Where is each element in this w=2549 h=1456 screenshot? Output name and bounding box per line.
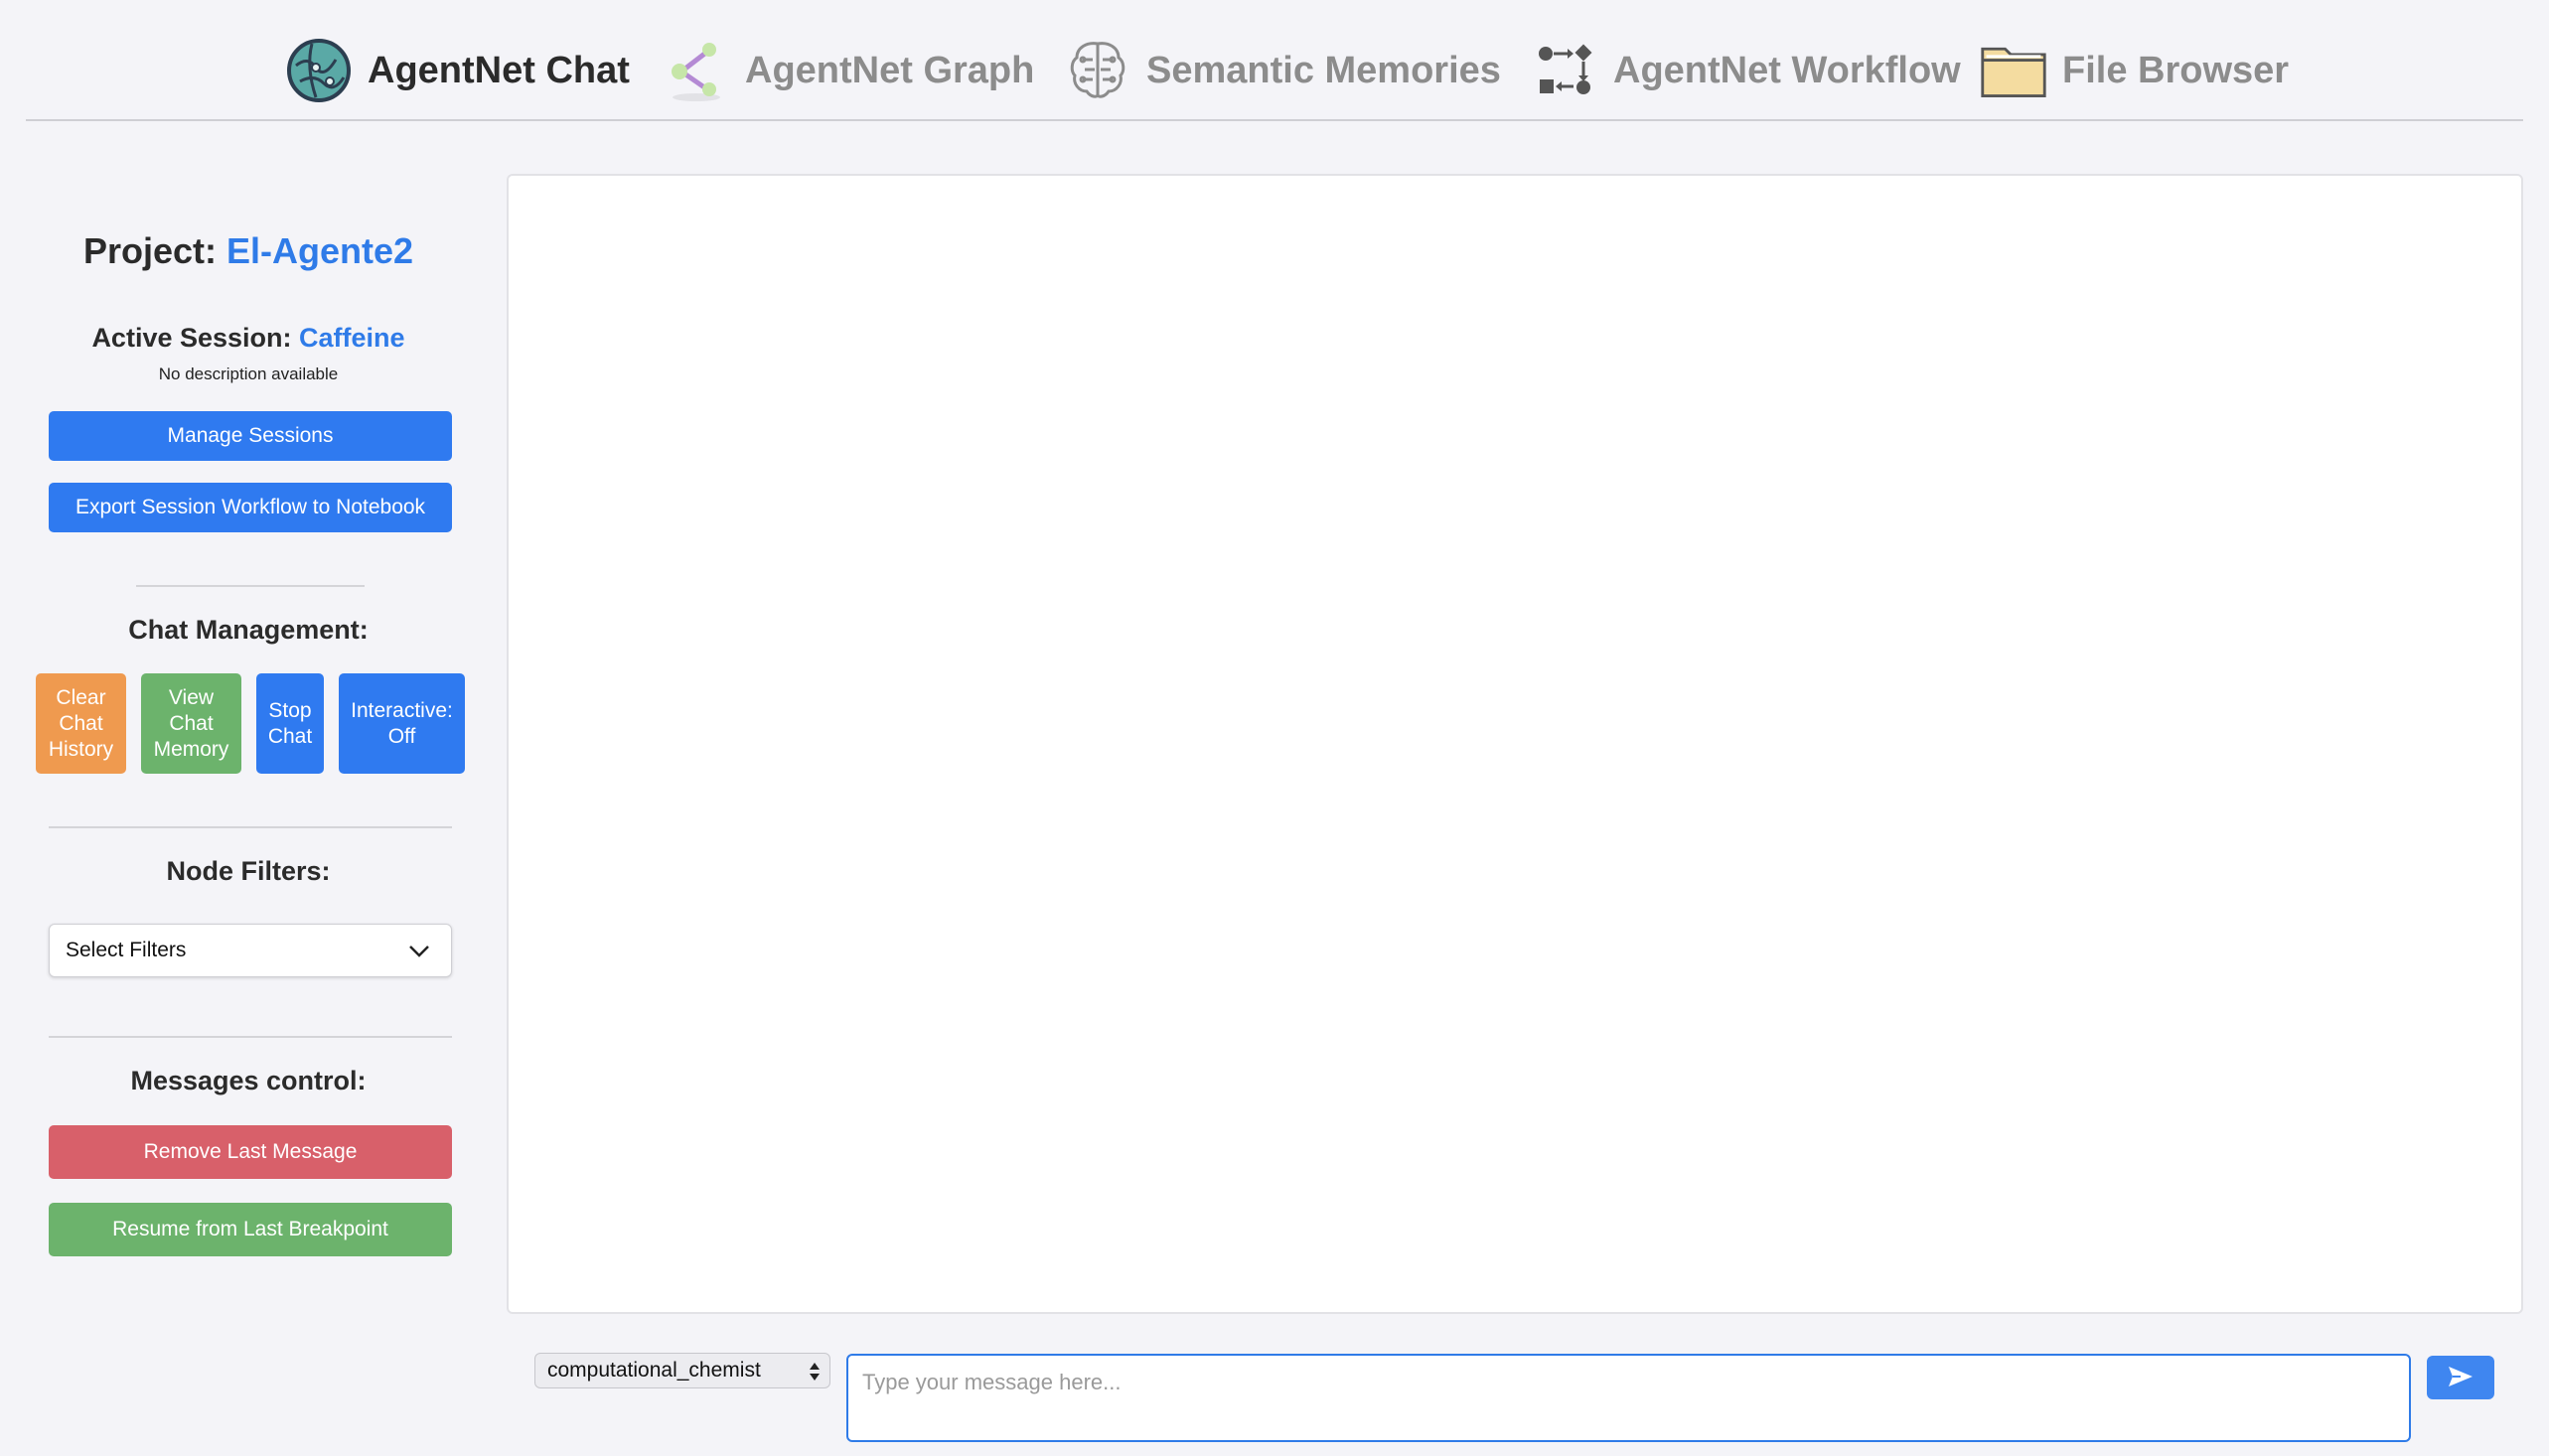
remove-last-message-button[interactable]: Remove Last Message bbox=[49, 1125, 452, 1179]
top-nav: AgentNet Chat AgentNet Graph Semantic Me… bbox=[26, 0, 2523, 121]
divider bbox=[49, 826, 452, 828]
manage-sessions-button[interactable]: Manage Sessions bbox=[49, 411, 452, 461]
project-title: Project: El-Agente2 bbox=[0, 230, 497, 272]
divider bbox=[49, 1036, 452, 1038]
tab-agentnet-graph[interactable]: AgentNet Graph bbox=[662, 36, 1034, 105]
tab-agentnet-chat[interactable]: AgentNet Chat bbox=[284, 36, 630, 105]
session-name: Caffeine bbox=[299, 323, 405, 353]
divider bbox=[136, 585, 365, 587]
chat-management-title: Chat Management: bbox=[128, 615, 369, 645]
tab-agentnet-workflow[interactable]: AgentNet Workflow bbox=[1530, 36, 1961, 105]
agent-select[interactable]: computational_chemist bbox=[534, 1353, 830, 1388]
clear-chat-history-button[interactable]: Clear Chat History bbox=[36, 673, 126, 774]
tab-file-browser[interactable]: File Browser bbox=[1979, 36, 2289, 105]
interactive-toggle-button[interactable]: Interactive: Off bbox=[339, 673, 465, 774]
agent-selected-value: computational_chemist bbox=[547, 1359, 761, 1382]
chevron-down-icon bbox=[407, 939, 431, 968]
tab-label: AgentNet Graph bbox=[745, 49, 1035, 91]
tab-label: Semantic Memories bbox=[1146, 49, 1501, 91]
send-button[interactable] bbox=[2427, 1356, 2494, 1399]
tab-semantic-memories[interactable]: Semantic Memories bbox=[1063, 36, 1501, 105]
project-name: El-Agente2 bbox=[226, 230, 414, 271]
tab-label: AgentNet Chat bbox=[368, 49, 630, 91]
share-graph-icon bbox=[662, 36, 731, 105]
session-prefix: Active Session: bbox=[91, 323, 292, 353]
export-notebook-button[interactable]: Export Session Workflow to Notebook bbox=[49, 483, 452, 532]
session-title: Active Session: Caffeine bbox=[0, 323, 497, 354]
workflow-icon bbox=[1530, 36, 1599, 105]
sidebar: Project: El-Agente2 Active Session: Caff… bbox=[0, 174, 497, 1316]
resume-breakpoint-button[interactable]: Resume from Last Breakpoint bbox=[49, 1203, 452, 1256]
tab-label: File Browser bbox=[2062, 49, 2290, 91]
chat-messages-panel[interactable] bbox=[507, 174, 2523, 1314]
messages-control-title: Messages control: bbox=[130, 1066, 367, 1095]
node-filters-title: Node Filters: bbox=[166, 856, 331, 886]
view-chat-memory-button[interactable]: View Chat Memory bbox=[141, 673, 241, 774]
tab-label: AgentNet Workflow bbox=[1613, 49, 1961, 91]
message-input[interactable] bbox=[846, 1354, 2411, 1442]
node-filters-select[interactable]: Select Filters bbox=[49, 924, 452, 977]
stop-chat-button[interactable]: Stop Chat bbox=[256, 673, 324, 774]
select-filters-label: Select Filters bbox=[66, 939, 187, 961]
select-arrows-icon bbox=[808, 1360, 822, 1389]
globe-network-icon bbox=[284, 36, 354, 105]
project-prefix: Project: bbox=[82, 230, 217, 271]
folder-icon bbox=[1979, 36, 2048, 105]
session-description: No description available bbox=[158, 364, 339, 383]
paper-plane-icon bbox=[2447, 1365, 2474, 1391]
brain-circuit-icon bbox=[1063, 36, 1132, 105]
